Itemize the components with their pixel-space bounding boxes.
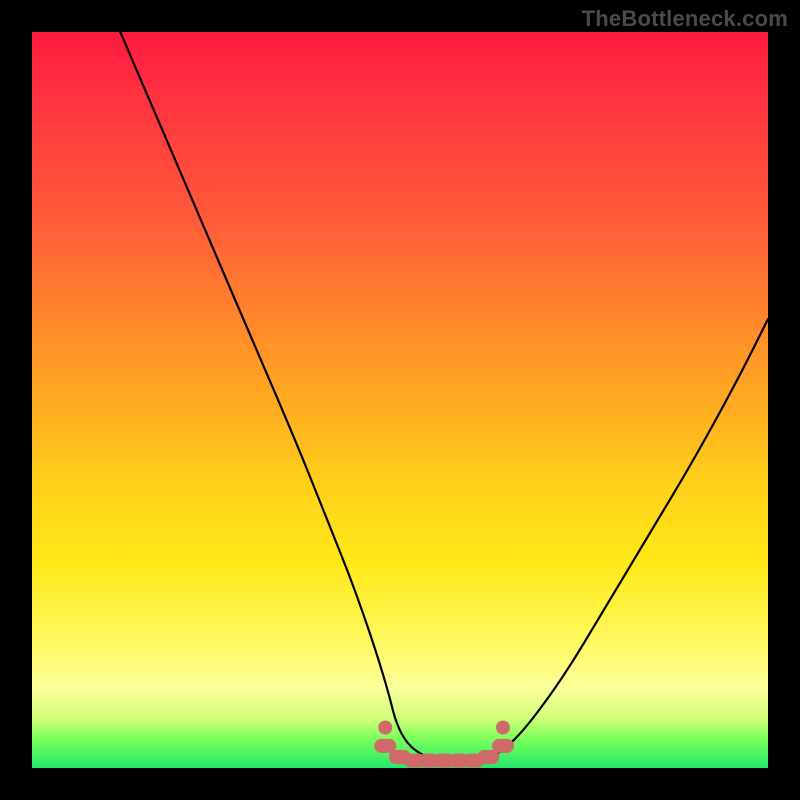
- valley-marker: [492, 739, 514, 753]
- valley-marker: [418, 754, 440, 768]
- valley-marker-end: [496, 721, 510, 735]
- valley-marker: [433, 754, 455, 768]
- plot-area: [32, 32, 768, 768]
- valley-marker-end: [378, 721, 392, 735]
- valley-marker: [374, 739, 396, 753]
- bottleneck-curve-line: [120, 32, 768, 761]
- valley-marker: [448, 754, 470, 768]
- valley-marker: [404, 754, 426, 768]
- valley-marker: [389, 750, 411, 764]
- valley-marker: [477, 750, 499, 764]
- valley-markers: [374, 721, 514, 768]
- bottleneck-curve-svg: [32, 32, 768, 768]
- chart-frame: TheBottleneck.com: [0, 0, 800, 800]
- watermark-text: TheBottleneck.com: [582, 6, 788, 32]
- valley-marker: [463, 754, 485, 768]
